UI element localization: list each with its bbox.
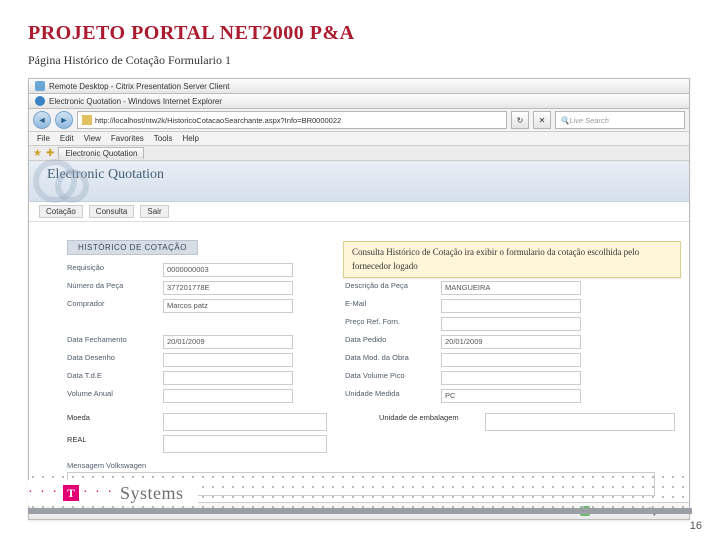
value-volume-anual[interactable] bbox=[163, 389, 293, 403]
label-moeda: Moeda bbox=[67, 413, 157, 431]
label-data-vol-pico: Data Volume Pico bbox=[345, 371, 435, 385]
refresh-button[interactable]: ↻ bbox=[511, 111, 529, 129]
value-data-tde[interactable] bbox=[163, 371, 293, 385]
page-favicon bbox=[82, 115, 92, 125]
label-requisicao: Requisição bbox=[67, 263, 157, 277]
page-number: 16 bbox=[690, 520, 702, 532]
app-banner-title: Electronic Quotation bbox=[47, 167, 679, 183]
menu-help[interactable]: Help bbox=[182, 134, 198, 143]
footer-dot-pattern: · · · T · · · Systems bbox=[28, 476, 692, 510]
ie-menu-bar: File Edit View Favorites Tools Help bbox=[29, 132, 689, 146]
value-unidade-medida[interactable]: PC bbox=[441, 389, 581, 403]
slide-footer: · · · T · · · Systems bbox=[28, 476, 692, 510]
ie-title-text: Electronic Quotation - Windows Internet … bbox=[49, 97, 222, 106]
browser-tab[interactable]: Electronic Quotation bbox=[58, 147, 144, 159]
value-data-vol-pico[interactable] bbox=[441, 371, 581, 385]
stop-button[interactable]: ✕ bbox=[533, 111, 551, 129]
brand-t-icon: T bbox=[63, 485, 79, 501]
label-data-tde: Data T.d.E bbox=[67, 371, 157, 385]
slide-subtitle: Página Histórico de Cotação Formulario 1 bbox=[28, 53, 692, 68]
app-menu-consulta[interactable]: Consulta bbox=[89, 205, 135, 218]
label-unidade-medida: Unidade Medida bbox=[345, 389, 435, 403]
menu-view[interactable]: View bbox=[84, 134, 101, 143]
value-data-desenho[interactable] bbox=[163, 353, 293, 367]
value-requisicao[interactable]: 0000000003 bbox=[163, 263, 293, 277]
label-data-fechamento: Data Fechamento bbox=[67, 335, 157, 349]
menu-edit[interactable]: Edit bbox=[60, 134, 74, 143]
slide-title: PROJETO PORTAL NET2000 P&A bbox=[28, 22, 692, 45]
app-banner: Electronic Quotation bbox=[29, 161, 689, 202]
app-menu-cotacao[interactable]: Cotação bbox=[39, 205, 83, 218]
menu-file[interactable]: File bbox=[37, 134, 50, 143]
menu-tools[interactable]: Tools bbox=[154, 134, 173, 143]
label-data-pedido: Data Pedido bbox=[345, 335, 435, 349]
label-email: E-Mail bbox=[345, 299, 435, 313]
back-button[interactable]: ◄ bbox=[33, 111, 51, 129]
search-placeholder: Live Search bbox=[569, 116, 609, 125]
ie-titlebar: Electronic Quotation - Windows Internet … bbox=[29, 94, 689, 109]
value-data-mod-obra[interactable] bbox=[441, 353, 581, 367]
label-numero-peca: Número da Peça bbox=[67, 281, 157, 295]
label-preco-ref: Preço Ref. Forn. bbox=[345, 317, 435, 331]
forward-button[interactable]: ► bbox=[55, 111, 73, 129]
favorites-star-icon[interactable]: ★ bbox=[33, 148, 42, 159]
citrix-icon bbox=[35, 81, 45, 91]
brand-logo: · · · T · · · Systems bbox=[28, 480, 198, 506]
label-data-mod-obra: Data Mod. da Obra bbox=[345, 353, 435, 367]
brand-dots-right: · · · bbox=[83, 485, 114, 501]
search-box[interactable]: 🔍 Live Search bbox=[555, 111, 685, 129]
value-email[interactable] bbox=[441, 299, 581, 313]
url-text: http://localhost/ntw2k/HistoricoCotacaoS… bbox=[95, 116, 341, 125]
menu-favorites[interactable]: Favorites bbox=[111, 134, 144, 143]
value-comprador[interactable]: Marcos patz bbox=[163, 299, 293, 313]
label-data-desenho: Data Desenho bbox=[67, 353, 157, 367]
value-unid-embalagem[interactable] bbox=[485, 413, 675, 431]
value-numero-peca[interactable]: 377201778E bbox=[163, 281, 293, 295]
brand-word: Systems bbox=[120, 483, 184, 504]
form-grid: Requisição 0000000003 Número da Peça 377… bbox=[67, 263, 675, 403]
address-bar[interactable]: http://localhost/ntw2k/HistoricoCotacaoS… bbox=[77, 111, 507, 129]
label-volume-anual: Volume Anual bbox=[67, 389, 157, 403]
label-descricao-peca: Descrição da Peça bbox=[345, 281, 435, 295]
remote-desktop-titlebar: Remote Desktop - Citrix Presentation Ser… bbox=[29, 79, 689, 94]
remote-desktop-title: Remote Desktop - Citrix Presentation Ser… bbox=[49, 82, 230, 91]
label-real: REAL bbox=[67, 435, 157, 453]
ie-icon bbox=[35, 96, 45, 106]
ie-tab-strip: ★ ✚ Electronic Quotation bbox=[29, 146, 689, 161]
block-row: Moeda Unidade de embalagem REAL bbox=[67, 413, 675, 453]
value-descricao-peca[interactable]: MANGUEIRA bbox=[441, 281, 581, 295]
app-menu-sair[interactable]: Sair bbox=[140, 205, 168, 218]
label-comprador: Comprador bbox=[67, 299, 157, 313]
annotation-callout: Consulta Histórico de Cotação ira exibir… bbox=[343, 241, 681, 278]
value-preco-ref[interactable] bbox=[441, 317, 581, 331]
ie-nav-toolbar: ◄ ► http://localhost/ntw2k/HistoricoCota… bbox=[29, 109, 689, 132]
value-real[interactable] bbox=[163, 435, 327, 453]
add-favorite-icon[interactable]: ✚ bbox=[46, 148, 54, 159]
value-data-pedido[interactable]: 20/01/2009 bbox=[441, 335, 581, 349]
label-unid-embalagem: Unidade de embalagem bbox=[379, 413, 479, 431]
value-data-fechamento[interactable]: 20/01/2009 bbox=[163, 335, 293, 349]
value-moeda[interactable] bbox=[163, 413, 327, 431]
screenshot-window: Remote Desktop - Citrix Presentation Ser… bbox=[28, 78, 690, 520]
brand-dots-left: · · · bbox=[28, 485, 59, 501]
app-menu: Cotação Consulta Sair bbox=[29, 202, 689, 222]
label-msg-vw: Mensagem Volkswagen bbox=[67, 461, 675, 470]
section-header: HISTÓRICO DE COTAÇÃO bbox=[67, 240, 198, 255]
